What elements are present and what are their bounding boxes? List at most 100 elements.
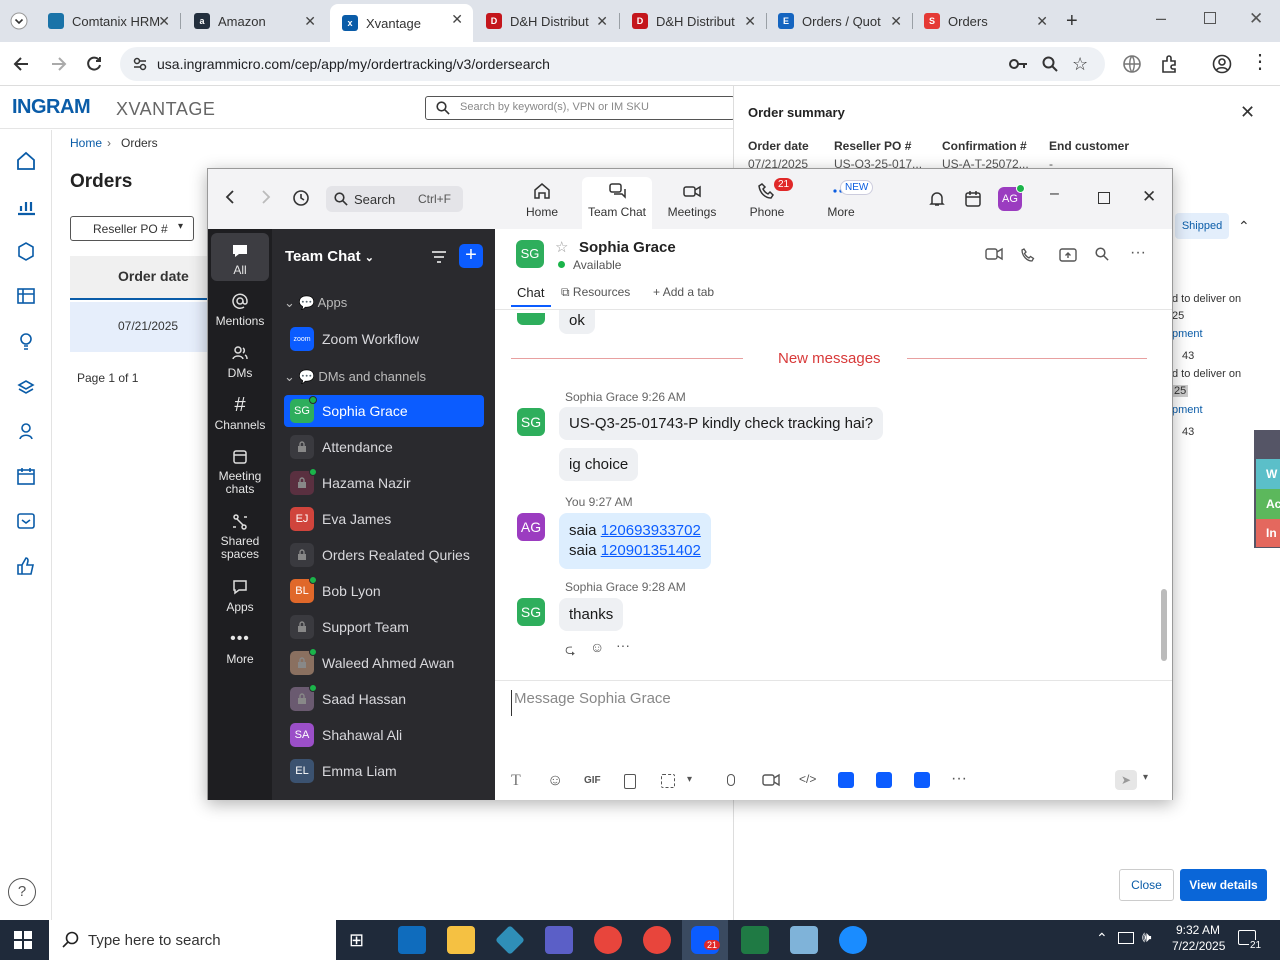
xvantage-logo[interactable]: XVANTAGE (116, 99, 215, 120)
list-item-contact[interactable]: Saad Hassan (284, 683, 484, 715)
tab-chat[interactable]: Chat (517, 285, 544, 300)
restore-window-icon[interactable] (1204, 12, 1216, 24)
translate-icon[interactable] (1122, 54, 1142, 74)
close-window-icon[interactable]: ✕ (1249, 9, 1263, 29)
format-text-icon[interactable]: T (511, 772, 521, 790)
audio-call-icon[interactable] (1020, 247, 1036, 263)
emoji-reaction-icon[interactable]: ☺ (590, 639, 604, 655)
zoom-search-input[interactable]: Search Ctrl+F (326, 186, 463, 212)
zoom-taskbar-item[interactable]: 21 (682, 920, 728, 960)
list-item-zoom-workflow[interactable]: zoom Zoom Workflow (284, 323, 484, 355)
message-composer[interactable]: Message Sophia Grace (511, 690, 1131, 716)
zoom-nav-more[interactable]: More NEW (806, 177, 876, 229)
excel-app-icon[interactable] (741, 926, 769, 954)
list-item-contact[interactable]: Support Team (284, 611, 484, 643)
extensions-icon[interactable] (1160, 54, 1180, 74)
history-icon[interactable] (292, 189, 310, 207)
chat-header-avatar[interactable]: SG (516, 240, 544, 268)
emoji-icon[interactable]: ☺ (547, 772, 563, 790)
tab-resources[interactable]: ⧉ Resources (561, 285, 630, 300)
section-apps[interactable]: ⌄ 💬 Apps (284, 295, 347, 311)
composer-more-icon[interactable]: ··· (951, 770, 967, 788)
reply-icon[interactable]: ⮎ (565, 641, 575, 663)
site-info-icon[interactable] (132, 56, 148, 72)
ingram-search-input[interactable]: Search by keyword(s), VPN or IM SKU (425, 96, 735, 120)
windows-start-icon[interactable] (14, 931, 32, 949)
taskbar-search-box[interactable]: Type here to search (49, 920, 336, 960)
close-tab-icon[interactable]: ✕ (304, 13, 316, 30)
rail-apps[interactable]: Apps (211, 578, 269, 614)
task-view-icon[interactable]: ⊞ (349, 930, 364, 951)
outlook-app-icon[interactable] (398, 926, 426, 954)
message-bubble[interactable]: ig choice (559, 448, 639, 481)
zoom-minimize-icon[interactable]: – (1050, 185, 1059, 203)
message-bubble-own[interactable]: saia 120693933702 saia 120901351402 (559, 513, 711, 569)
forward-arrow-icon[interactable] (260, 189, 272, 205)
list-item-contact[interactable]: SG Sophia Grace (284, 395, 484, 427)
filter-icon[interactable] (430, 249, 448, 265)
zoom-close-icon[interactable]: ✕ (1142, 187, 1156, 207)
file-icon[interactable] (624, 774, 636, 789)
browser-tab-comtanix[interactable]: Comtanix HRM ✕ (36, 6, 180, 36)
clips-app-icon[interactable] (914, 772, 930, 788)
list-item-contact[interactable]: EJ Eva James (284, 503, 484, 535)
reseller-po-filter[interactable]: Reseller PO # ▾ (70, 216, 194, 241)
list-item-contact[interactable]: EL Emma Liam (284, 755, 484, 787)
calendar-icon[interactable] (15, 465, 37, 487)
list-item-contact[interactable]: SA Shahawal Ali (284, 719, 484, 751)
grid-icon[interactable] (15, 285, 37, 307)
box-icon[interactable] (15, 240, 37, 262)
app-diamond-icon[interactable] (495, 925, 525, 955)
list-item-contact[interactable]: BL Bob Lyon (284, 575, 484, 607)
calendar-icon[interactable] (964, 190, 982, 208)
lightbulb-icon[interactable] (15, 330, 37, 352)
share-screen-icon[interactable] (1059, 247, 1077, 263)
tray-chevron-icon[interactable]: ⌃ (1096, 930, 1108, 947)
more-options-icon[interactable]: ··· (1130, 244, 1146, 262)
screenshot-icon[interactable] (661, 774, 675, 788)
video-message-icon[interactable] (762, 773, 780, 787)
close-tab-icon[interactable]: ✕ (1036, 13, 1048, 30)
message-bubble[interactable]: thanks (559, 598, 624, 631)
team-chat-title[interactable]: Team Chat ⌄ (285, 248, 374, 265)
minimize-window-icon[interactable]: – (1156, 8, 1166, 29)
list-item-contact[interactable]: Orders Realated Quries (284, 539, 484, 571)
list-item-contact[interactable]: Waleed Ahmed Awan (284, 647, 484, 679)
side-tab-w[interactable]: W (1256, 459, 1280, 489)
new-chat-button[interactable]: + (459, 244, 483, 268)
address-bar[interactable]: usa.ingrammicro.com/cep/app/my/ordertrac… (120, 47, 1105, 81)
close-tab-icon[interactable]: ✕ (158, 13, 170, 30)
close-tab-icon[interactable]: ✕ (890, 13, 902, 30)
home-icon[interactable] (15, 150, 37, 172)
zoom-nav-home[interactable]: Home (507, 177, 577, 229)
col-order-date[interactable]: Order date (70, 256, 210, 300)
close-summary-icon[interactable]: ✕ (1240, 102, 1255, 123)
section-dms[interactable]: ⌄ 💬 DMs and channels (284, 369, 426, 385)
bell-icon[interactable] (928, 190, 946, 208)
zoom-nav-phone[interactable]: Phone 21 (732, 177, 802, 229)
rail-dms[interactable]: DMs (211, 344, 269, 380)
close-tab-icon[interactable]: ✕ (596, 13, 608, 30)
browser-tab-xvantage[interactable]: x Xvantage ✕ (330, 4, 473, 42)
shipment-link-2[interactable]: pment (1172, 404, 1203, 416)
inbox-icon[interactable] (15, 510, 37, 532)
notepad-app-icon[interactable] (790, 926, 818, 954)
list-item-contact[interactable]: Hazama Nazir (284, 467, 484, 499)
code-snippet-icon[interactable]: </> (799, 772, 816, 786)
zoom-maximize-icon[interactable] (1098, 192, 1110, 204)
list-item-contact[interactable]: Attendance (284, 431, 484, 463)
back-icon[interactable] (12, 54, 32, 74)
breadcrumb-home[interactable]: Home (70, 136, 102, 150)
screenshot-chevron-icon[interactable]: ▾ (687, 774, 692, 785)
password-key-icon[interactable] (1008, 56, 1028, 72)
network-icon[interactable] (1118, 932, 1134, 944)
chevron-up-icon[interactable]: ⌃ (1238, 218, 1250, 235)
view-details-button[interactable]: View details (1180, 869, 1267, 901)
browser-tab-dh-1[interactable]: D D&H Distribut ✕ (474, 6, 618, 36)
whiteboard-app-icon[interactable] (876, 772, 892, 788)
teams-app-icon[interactable] (545, 926, 573, 954)
zoom-nav-team-chat[interactable]: Team Chat (582, 177, 652, 229)
rail-shared-spaces[interactable]: Shared spaces (211, 513, 269, 561)
volume-icon[interactable]: 🕪 (1142, 929, 1151, 946)
rail-meeting-chats[interactable]: Meeting chats (211, 448, 269, 496)
